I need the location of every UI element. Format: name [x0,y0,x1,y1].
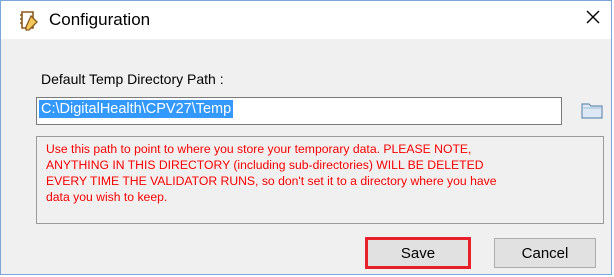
save-button[interactable]: Save [366,238,470,268]
notepad-icon [17,10,39,32]
browse-folder-button[interactable] [574,98,610,126]
title-bar[interactable]: Configuration [1,1,611,39]
warning-line: data you wish to keep. [46,190,168,204]
temp-path-input[interactable]: C:\DigitalHealth\CPV27\Temp [36,97,562,125]
warning-line: Use this path to point to where you stor… [46,142,472,156]
path-label: Default Temp Directory Path : [41,71,224,87]
cancel-button[interactable]: Cancel [494,238,596,268]
warning-message: Use this path to point to where you stor… [36,136,604,224]
close-button[interactable] [579,5,607,33]
close-icon [585,9,601,30]
configuration-dialog: Configuration Default Temp Directory Pat… [0,0,612,275]
warning-line: EVERY TIME THE VALIDATOR RUNS, so don't … [46,174,497,188]
warning-line: ANYTHING IN THIS DIRECTORY (including su… [46,158,484,172]
temp-path-value: C:\DigitalHealth\CPV27\Temp [39,100,234,118]
folder-icon [581,101,603,124]
window-title: Configuration [49,10,151,29]
